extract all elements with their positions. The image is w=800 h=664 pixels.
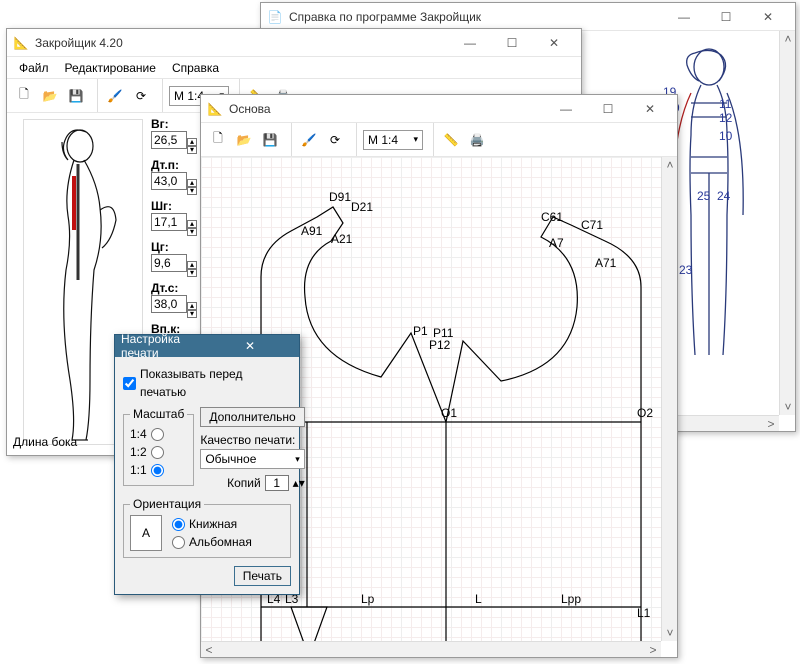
orient-portrait-radio[interactable]: Книжная	[172, 515, 252, 533]
copies-label: Копий	[227, 476, 261, 490]
draw-min-button[interactable]: ―	[545, 96, 587, 122]
svg-text:Lpp: Lpp	[561, 592, 581, 606]
svg-text:C71: C71	[581, 218, 603, 232]
draw-max-button[interactable]: ☐	[587, 96, 629, 122]
orient-landscape-radio[interactable]: Альбомная	[172, 533, 252, 551]
scale-1-4-radio[interactable]: 1:4	[130, 425, 187, 443]
draw-scroll-v[interactable]: ˄ ˅	[661, 157, 677, 641]
chevron-down-icon: ▾	[413, 134, 418, 145]
measure-input[interactable]	[151, 254, 187, 272]
measure-input[interactable]	[151, 131, 187, 149]
measure-input[interactable]	[151, 213, 187, 231]
draw-scroll-h[interactable]: ˂ ˃	[201, 641, 661, 657]
brush-icon[interactable]: 🖌️	[104, 85, 126, 107]
main-foot-label: Длина бока	[13, 435, 77, 449]
step-down[interactable]: ▾	[187, 228, 197, 236]
main-app-icon: 📐	[13, 35, 29, 51]
step-down[interactable]: ▾	[187, 310, 197, 318]
save-icon[interactable]: 💾	[65, 85, 87, 107]
scroll-down-icon[interactable]: ˅	[780, 399, 796, 415]
new-icon[interactable]: 🗋	[207, 129, 229, 151]
new-icon[interactable]: 🗋	[13, 85, 35, 107]
measure-icon[interactable]: 📏	[440, 129, 462, 151]
help-titlebar[interactable]: 📄 Справка по программе Закройщик ― ☐ ✕	[261, 3, 795, 31]
copies-input[interactable]	[265, 475, 289, 491]
scroll-right-icon[interactable]: ˃	[645, 642, 661, 658]
draw-close-button[interactable]: ✕	[629, 96, 671, 122]
quality-select[interactable]: Обычное▾	[200, 449, 304, 469]
main-max-button[interactable]: ☐	[491, 30, 533, 56]
refresh-icon[interactable]: ⟳	[324, 129, 346, 151]
save-icon[interactable]: 💾	[259, 129, 281, 151]
refresh-icon[interactable]: ⟳	[130, 85, 152, 107]
svg-text:A21: A21	[331, 232, 353, 246]
step-down[interactable]: ▾	[187, 187, 197, 195]
scroll-up-icon[interactable]: ˄	[780, 31, 796, 47]
help-title: Справка по программе Закройщик	[289, 10, 663, 24]
draw-title: Основа	[229, 102, 545, 116]
main-title: Закройщик 4.20	[35, 36, 449, 50]
svg-text:A91: A91	[301, 224, 323, 238]
draw-titlebar[interactable]: 📐 Основа ― ☐ ✕	[201, 95, 677, 123]
print-dialog-body: Показывать перед печатью Масштаб 1:4 1:2…	[115, 357, 299, 594]
step-down[interactable]: ▾	[187, 269, 197, 277]
help-close-button[interactable]: ✕	[747, 4, 789, 30]
svg-text:O1: O1	[441, 406, 457, 420]
main-min-button[interactable]: ―	[449, 30, 491, 56]
scale-1-2-radio[interactable]: 1:2	[130, 443, 187, 461]
draw-app-icon: 📐	[207, 101, 223, 117]
open-icon[interactable]: 📂	[39, 85, 61, 107]
measure-input[interactable]	[151, 295, 187, 313]
copies-down[interactable]: ▾	[299, 476, 305, 490]
menu-edit[interactable]: Редактирование	[57, 59, 164, 77]
print-icon[interactable]: 🖨️	[466, 129, 488, 151]
print-button[interactable]: Печать	[234, 566, 291, 586]
svg-text:A7: A7	[549, 236, 564, 250]
help-max-button[interactable]: ☐	[705, 4, 747, 30]
draw-scale-select[interactable]: М 1:4▾	[363, 130, 423, 150]
step-down[interactable]: ▾	[187, 146, 197, 154]
help-min-button[interactable]: ―	[663, 4, 705, 30]
help-scroll-v[interactable]: ˄ ˅	[779, 31, 795, 415]
menu-file[interactable]: Файл	[11, 59, 57, 77]
svg-text:Lp: Lp	[361, 592, 375, 606]
svg-text:P12: P12	[429, 338, 451, 352]
svg-text:D91: D91	[329, 190, 351, 204]
scroll-down-icon[interactable]: ˅	[662, 625, 678, 641]
svg-text:A71: A71	[595, 256, 617, 270]
help-app-icon: 📄	[267, 9, 283, 25]
scroll-right-icon[interactable]: ˃	[763, 416, 779, 432]
orientation-fieldset: Ориентация A Книжная Альбомная	[123, 497, 291, 558]
print-dialog: Настройка печати ✕ Показывать перед печа…	[114, 334, 300, 595]
scroll-up-icon[interactable]: ˄	[662, 157, 678, 173]
menu-help[interactable]: Справка	[164, 59, 227, 77]
measure-input[interactable]	[151, 172, 187, 190]
main-titlebar[interactable]: 📐 Закройщик 4.20 ― ☐ ✕	[7, 29, 581, 57]
brush-icon[interactable]: 🖌️	[298, 129, 320, 151]
scroll-left-icon[interactable]: ˂	[201, 642, 217, 658]
main-close-button[interactable]: ✕	[533, 30, 575, 56]
quality-label: Качество печати:	[200, 433, 304, 447]
svg-text:O2: O2	[637, 406, 653, 420]
scale-1-1-radio[interactable]: 1:1	[130, 461, 187, 479]
svg-text:C61: C61	[541, 210, 563, 224]
open-icon[interactable]: 📂	[233, 129, 255, 151]
print-dialog-titlebar[interactable]: Настройка печати ✕	[115, 335, 299, 357]
draw-toolbar: 🗋 📂 💾 🖌️ ⟳ М 1:4▾ 📏 🖨️	[201, 123, 677, 157]
svg-text:L: L	[475, 592, 482, 606]
scale-fieldset: Масштаб 1:4 1:2 1:1	[123, 407, 194, 486]
svg-text:D21: D21	[351, 200, 373, 214]
svg-text:P1: P1	[413, 324, 428, 338]
print-dialog-title: Настройка печати	[121, 332, 207, 360]
svg-text:L1: L1	[637, 606, 651, 620]
main-menubar: Файл Редактирование Справка	[7, 57, 581, 79]
more-button[interactable]: Дополнительно	[200, 407, 304, 427]
print-dialog-close-button[interactable]: ✕	[207, 333, 293, 359]
chevron-down-icon: ▾	[295, 454, 300, 465]
show-before-print-check[interactable]: Показывать перед печатью	[123, 365, 291, 401]
orientation-icon: A	[130, 515, 162, 551]
